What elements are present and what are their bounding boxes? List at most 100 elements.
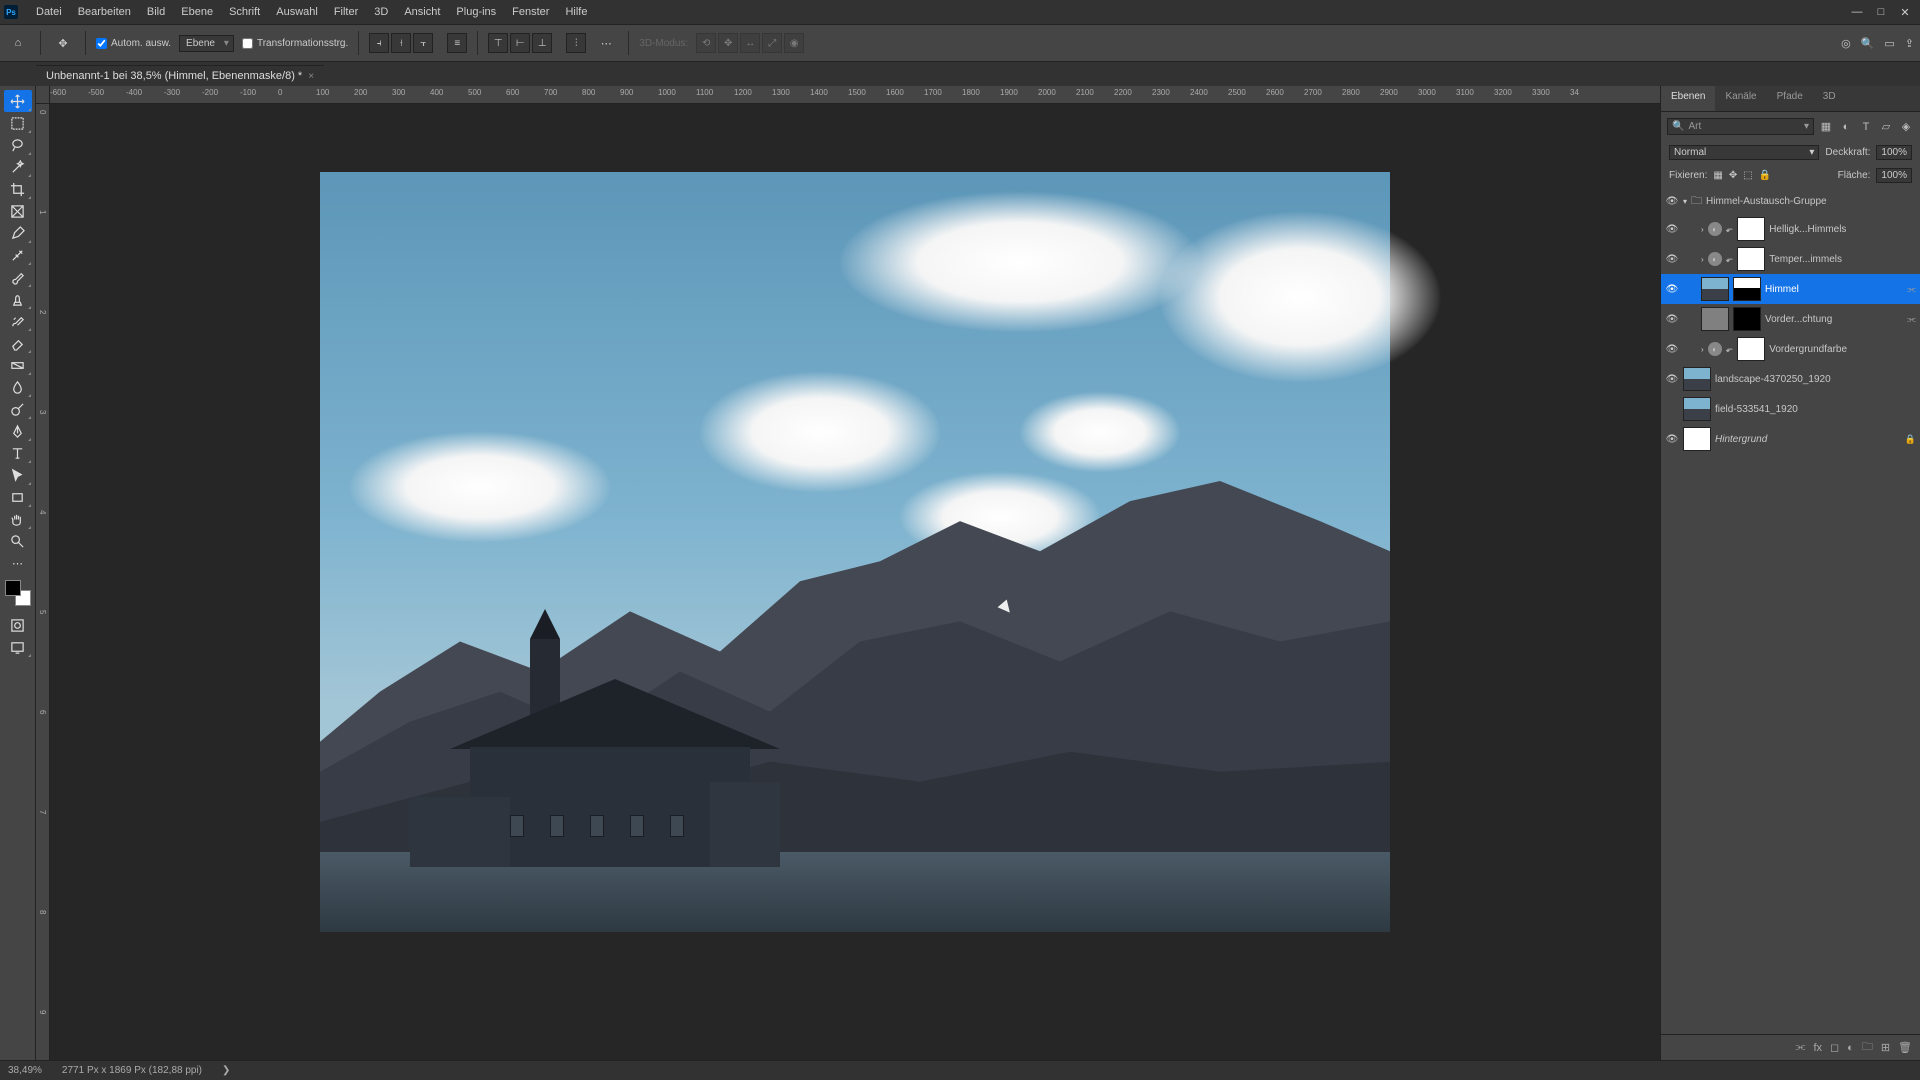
layer-thumb[interactable] xyxy=(1701,307,1729,331)
layer-name[interactable]: field-533541_1920 xyxy=(1715,404,1916,415)
fill-input[interactable]: 100% xyxy=(1876,168,1912,183)
delete-layer-icon[interactable]: 🗑 xyxy=(1898,1041,1912,1054)
filter-adjust-icon[interactable]: ◐ xyxy=(1838,119,1854,135)
mask-thumb[interactable] xyxy=(1737,217,1765,241)
layer-thumb[interactable] xyxy=(1701,277,1729,301)
healing-brush-tool[interactable] xyxy=(4,244,32,266)
layer-fx-icon[interactable]: fx xyxy=(1813,1042,1822,1054)
menu-plugins[interactable]: Plug-ins xyxy=(448,2,504,22)
align-more-button[interactable]: ⋯ xyxy=(594,31,618,55)
menu-ansicht[interactable]: Ansicht xyxy=(396,2,448,22)
layer-row[interactable]: 👁›◐⬐Temper...immels xyxy=(1661,244,1920,274)
mask-thumb[interactable] xyxy=(1737,337,1765,361)
workspace-switcher-icon[interactable]: ▭ xyxy=(1884,37,1894,50)
new-group-icon[interactable]: 🗀 xyxy=(1862,1038,1873,1057)
search-icon[interactable]: 🔍 xyxy=(1861,37,1875,50)
close-window-button[interactable]: ✕ xyxy=(1894,3,1916,21)
menu-3d[interactable]: 3D xyxy=(366,2,396,22)
blur-tool[interactable] xyxy=(4,376,32,398)
layer-thumb[interactable] xyxy=(1683,397,1711,421)
rectangle-tool[interactable] xyxy=(4,486,32,508)
lock-pixels-icon[interactable]: ▦ xyxy=(1713,170,1722,181)
tab-pfade[interactable]: Pfade xyxy=(1767,86,1813,111)
frame-tool[interactable] xyxy=(4,200,32,222)
visibility-toggle[interactable]: 👁 xyxy=(1665,222,1679,236)
lasso-tool[interactable] xyxy=(4,134,32,156)
layer-name[interactable]: landscape-4370250_1920 xyxy=(1715,374,1916,385)
maximize-button[interactable]: □ xyxy=(1870,3,1892,21)
tab-kanaele[interactable]: Kanäle xyxy=(1715,86,1766,111)
document-tab[interactable]: Unbenannt-1 bei 38,5% (Himmel, Ebenenmas… xyxy=(36,65,324,86)
distribute-v-button[interactable]: ⫶ xyxy=(566,33,586,53)
layer-name[interactable]: Hintergrund xyxy=(1715,434,1901,445)
gradient-tool[interactable] xyxy=(4,354,32,376)
clone-stamp-tool[interactable] xyxy=(4,288,32,310)
align-center-h-button[interactable]: ⟊ xyxy=(391,33,411,53)
mask-thumb[interactable] xyxy=(1733,307,1761,331)
pen-tool[interactable] xyxy=(4,420,32,442)
filter-pixel-icon[interactable]: ▦ xyxy=(1818,119,1834,135)
auto-select-target[interactable]: Ebene xyxy=(179,35,234,52)
layer-row[interactable]: 👁Himmel⫘ xyxy=(1661,274,1920,304)
lock-position-icon[interactable]: ✥ xyxy=(1729,170,1737,181)
layer-filter-type[interactable]: 🔍 Art ▾ xyxy=(1667,118,1814,135)
canvas-viewport[interactable] xyxy=(50,104,1660,1060)
menu-bild[interactable]: Bild xyxy=(139,2,173,22)
transform-controls-checkbox[interactable]: Transformationsstrg. xyxy=(242,38,348,49)
tab-ebenen[interactable]: Ebenen xyxy=(1661,86,1715,111)
foreground-color[interactable] xyxy=(5,580,21,596)
visibility-toggle[interactable] xyxy=(1665,402,1679,416)
path-selection-tool[interactable] xyxy=(4,464,32,486)
menu-auswahl[interactable]: Auswahl xyxy=(268,2,326,22)
menu-fenster[interactable]: Fenster xyxy=(504,2,557,22)
filter-shape-icon[interactable]: ▱ xyxy=(1878,119,1894,135)
tab-3d[interactable]: 3D xyxy=(1813,86,1846,111)
layer-row[interactable]: 👁›◐⬐Helligk...Himmels xyxy=(1661,214,1920,244)
layer-name[interactable]: Temper...immels xyxy=(1769,254,1916,265)
menu-hilfe[interactable]: Hilfe xyxy=(557,2,595,22)
lock-artboard-icon[interactable]: ⬚ xyxy=(1743,170,1752,181)
visibility-toggle[interactable]: 👁 xyxy=(1665,195,1679,209)
cloud-search-icon[interactable]: ◎ xyxy=(1841,37,1851,50)
layer-row[interactable]: 👁Hintergrund🔒 xyxy=(1661,424,1920,454)
align-top-button[interactable]: ⊤ xyxy=(488,33,508,53)
layer-name[interactable]: Vordergrundfarbe xyxy=(1769,344,1916,355)
opacity-input[interactable]: 100% xyxy=(1876,145,1912,160)
adjustment-layer-icon[interactable]: ◐ xyxy=(1847,1042,1854,1054)
ruler-horizontal[interactable]: -600-500-400-300-200-1000100200300400500… xyxy=(50,86,1660,104)
align-right-button[interactable]: ⫟ xyxy=(413,33,433,53)
color-swatches[interactable] xyxy=(5,580,31,606)
share-icon[interactable]: ⇪ xyxy=(1905,37,1914,50)
layer-row[interactable]: 👁›◐⬐Vordergrundfarbe xyxy=(1661,334,1920,364)
new-layer-icon[interactable]: ⊞ xyxy=(1881,1041,1890,1054)
lock-all-icon[interactable]: 🔒 xyxy=(1759,170,1771,181)
menu-ebene[interactable]: Ebene xyxy=(173,2,221,22)
edit-toolbar-button[interactable]: ⋯ xyxy=(4,552,32,574)
move-tool[interactable] xyxy=(4,90,32,112)
layer-row[interactable]: field-533541_1920 xyxy=(1661,394,1920,424)
visibility-toggle[interactable]: 👁 xyxy=(1665,252,1679,266)
menu-filter[interactable]: Filter xyxy=(326,2,366,22)
visibility-toggle[interactable]: 👁 xyxy=(1665,342,1679,356)
eyedropper-tool[interactable] xyxy=(4,222,32,244)
minimize-button[interactable]: — xyxy=(1846,3,1868,21)
mask-thumb[interactable] xyxy=(1733,277,1761,301)
visibility-toggle[interactable]: 👁 xyxy=(1665,432,1679,446)
menu-bearbeiten[interactable]: Bearbeiten xyxy=(70,2,139,22)
layer-name[interactable]: Himmel-Austausch-Gruppe xyxy=(1706,196,1916,207)
quick-mask-button[interactable] xyxy=(4,614,32,636)
distribute-h-button[interactable]: ≡ xyxy=(447,33,467,53)
type-tool[interactable] xyxy=(4,442,32,464)
crop-tool[interactable] xyxy=(4,178,32,200)
magic-wand-tool[interactable] xyxy=(4,156,32,178)
link-layers-icon[interactable]: ⫘ xyxy=(1796,1041,1806,1054)
screen-mode-button[interactable] xyxy=(4,636,32,658)
marquee-tool[interactable] xyxy=(4,112,32,134)
menu-schrift[interactable]: Schrift xyxy=(221,2,268,22)
zoom-tool[interactable] xyxy=(4,530,32,552)
eraser-tool[interactable] xyxy=(4,332,32,354)
hand-tool[interactable] xyxy=(4,508,32,530)
document-dimensions[interactable]: 2771 Px x 1869 Px (182,88 ppi) xyxy=(62,1065,202,1076)
history-brush-tool[interactable] xyxy=(4,310,32,332)
status-more-icon[interactable]: ❯ xyxy=(222,1065,230,1076)
